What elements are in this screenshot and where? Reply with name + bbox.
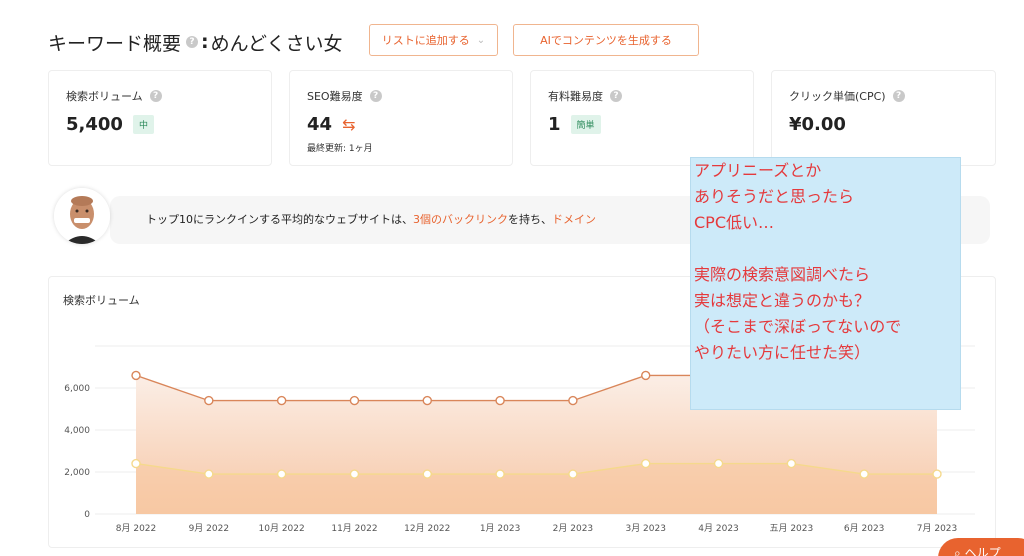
note-line: ありそうだと思ったら xyxy=(694,187,855,206)
y-tick-label: 0 xyxy=(84,510,90,520)
data-point xyxy=(276,395,287,406)
y-tick-label: 2,000 xyxy=(64,468,90,478)
data-point xyxy=(495,395,505,406)
x-tick-label: 6月 2023 xyxy=(844,523,885,534)
data-point xyxy=(786,458,797,469)
note-line: アプリニーズとか xyxy=(694,161,822,180)
data-point xyxy=(204,469,214,479)
data-point xyxy=(131,370,141,381)
note-line: （そこまで深ぼってないので xyxy=(694,317,902,336)
y-tick-label: 6,000 xyxy=(64,384,90,394)
x-tick-label: 1月 2023 xyxy=(480,523,521,534)
note-line: 実は想定と違うのかも？ xyxy=(694,291,871,310)
data-point xyxy=(204,395,214,406)
data-point xyxy=(422,469,432,479)
x-tick-label: 10月 2022 xyxy=(259,523,305,534)
annotation-note: アプリニーズとか ありそうだと思ったら CPC低い… 実際の検索意図調べたら 実… xyxy=(690,157,961,410)
note-line: やりたい方に任せた笑） xyxy=(694,343,871,362)
data-point xyxy=(276,469,287,479)
note-line: CPC低い… xyxy=(694,213,774,232)
x-tick-label: 3月 2023 xyxy=(625,523,666,534)
help-button-label: ヘルプ xyxy=(964,546,1001,556)
note-line: 実際の検索意図調べたら xyxy=(694,265,871,284)
data-point xyxy=(131,458,141,469)
data-point xyxy=(349,395,360,406)
data-point xyxy=(859,469,869,479)
data-point xyxy=(713,458,724,469)
x-tick-label: 9月 2022 xyxy=(189,523,230,534)
data-point xyxy=(568,395,578,406)
x-tick-label: 4月 2023 xyxy=(698,523,739,534)
data-point xyxy=(422,395,432,406)
x-tick-label: 2月 2023 xyxy=(553,523,594,534)
search-icon: ⌕ xyxy=(954,546,961,556)
data-point xyxy=(641,370,651,381)
help-button[interactable]: ⌕ ヘルプ xyxy=(938,538,1024,556)
x-tick-label: 11月 2022 xyxy=(331,523,377,534)
data-point xyxy=(495,469,505,479)
data-point xyxy=(641,458,651,469)
x-tick-label: 7月 2023 xyxy=(917,523,958,534)
data-point xyxy=(932,469,942,479)
x-tick-label: 8月 2022 xyxy=(116,523,157,534)
x-tick-label: 五月 2023 xyxy=(769,523,813,534)
y-tick-label: 4,000 xyxy=(64,426,90,436)
x-tick-label: 12月 2022 xyxy=(404,523,450,534)
data-point xyxy=(349,469,360,479)
data-point xyxy=(568,469,578,479)
note-line xyxy=(694,236,960,262)
